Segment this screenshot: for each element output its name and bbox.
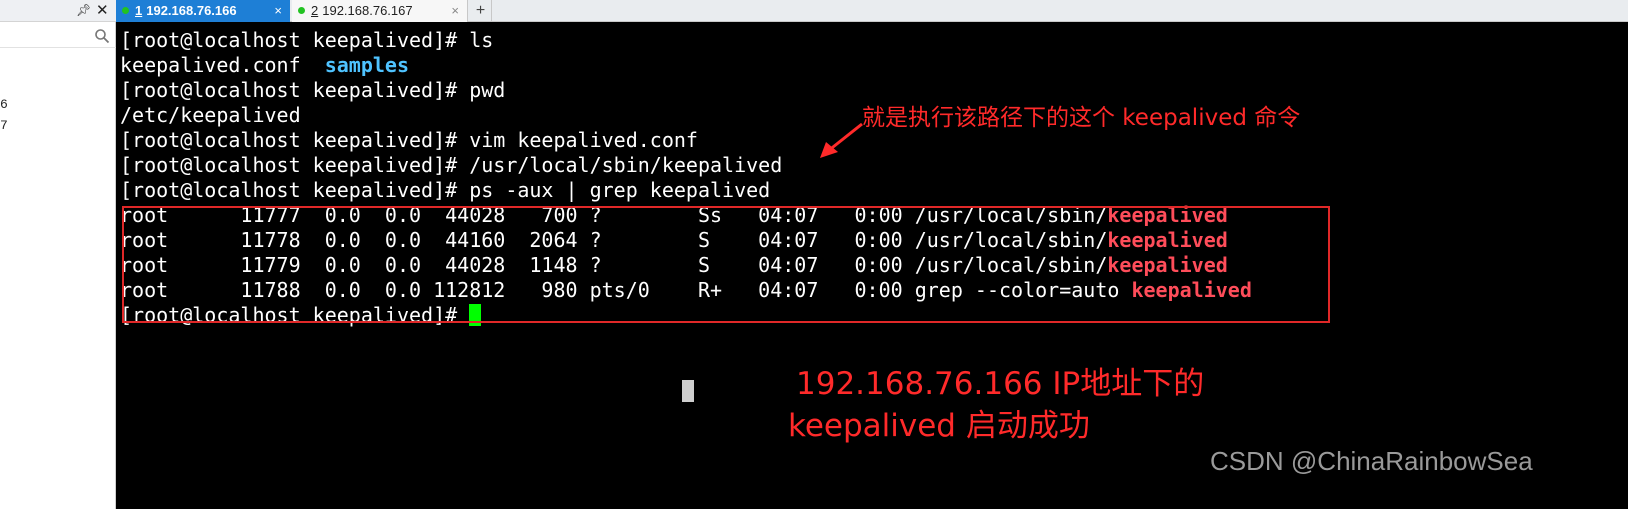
arrow-icon bbox=[820, 122, 863, 158]
terminal-line: /etc/keepalived bbox=[120, 103, 301, 127]
annotation-command-note: 就是执行该路径下的这个 keepalived 命令 bbox=[862, 105, 1301, 131]
connected-status-icon bbox=[122, 7, 129, 14]
highlight-box bbox=[122, 206, 1330, 323]
add-tab-button[interactable]: + bbox=[470, 0, 492, 22]
directory-name: samples bbox=[324, 53, 409, 77]
tab-close-icon[interactable]: × bbox=[274, 0, 282, 22]
mouse-caret-icon bbox=[682, 380, 694, 402]
session-item[interactable]: 6 bbox=[0, 97, 8, 112]
annotation-success-line1: 192.168.76.166 IP地址下的 bbox=[796, 366, 1205, 402]
tab-label: 192.168.76.166 bbox=[146, 3, 237, 18]
tab-session-2[interactable]: 2 192.168.76.167 × bbox=[292, 0, 468, 22]
connected-status-icon bbox=[298, 7, 305, 14]
terminal-output[interactable]: [root@localhost keepalived]# ls keepaliv… bbox=[116, 22, 1628, 509]
terminal-line: [root@localhost keepalived]# vim keepali… bbox=[120, 128, 698, 152]
terminal-line: [root@localhost keepalived]# /usr/local/… bbox=[120, 153, 783, 177]
pin-icon[interactable]: 📌︎ bbox=[76, 3, 91, 17]
tab-label: 192.168.76.167 bbox=[322, 3, 413, 18]
tab-session-1[interactable]: 1 192.168.76.166 × bbox=[116, 0, 290, 22]
session-search-field[interactable] bbox=[0, 26, 116, 48]
terminal-line: keepalived.conf samples bbox=[120, 53, 409, 77]
terminal-line: [root@localhost keepalived]# pwd bbox=[120, 78, 506, 102]
terminal-line: [root@localhost keepalived]# ps -aux | g… bbox=[120, 178, 771, 202]
tab-close-icon[interactable]: × bbox=[451, 0, 459, 22]
session-pane: 📌︎ ✕ 6 7 bbox=[0, 0, 116, 509]
session-item[interactable]: 7 bbox=[0, 118, 8, 133]
close-icon[interactable]: ✕ bbox=[96, 1, 109, 19]
tab-number: 1 bbox=[135, 3, 143, 18]
tab-bar: 1 192.168.76.166 × 2 192.168.76.167 × + bbox=[116, 0, 1628, 22]
search-icon[interactable] bbox=[94, 28, 110, 44]
watermark: CSDN @ChinaRainbowSea bbox=[1210, 446, 1533, 476]
tab-number: 2 bbox=[311, 3, 319, 18]
pane-header: 📌︎ ✕ bbox=[0, 0, 116, 22]
terminal-line: [root@localhost keepalived]# ls bbox=[120, 28, 494, 52]
annotation-success-line2: keepalived 启动成功 bbox=[788, 408, 1090, 444]
